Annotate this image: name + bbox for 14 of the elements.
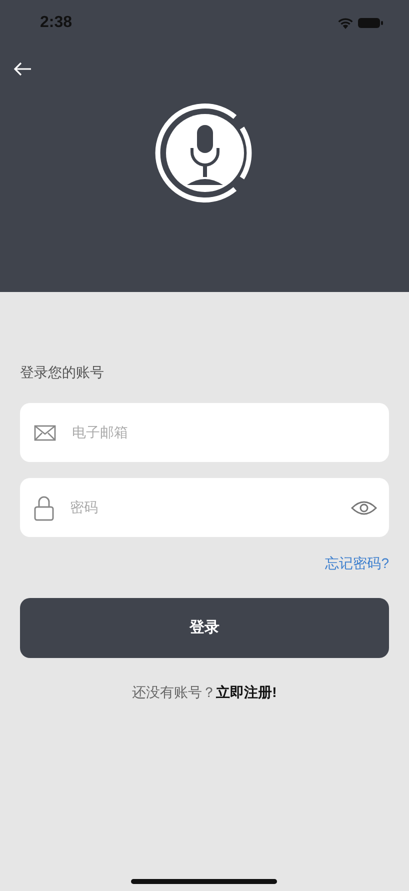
- login-button[interactable]: 登录: [20, 598, 389, 658]
- eye-icon[interactable]: [351, 500, 377, 516]
- battery-icon: [358, 16, 383, 28]
- form-heading: 登录您的账号: [20, 363, 105, 382]
- email-field[interactable]: 电子邮箱: [20, 403, 389, 462]
- lock-icon: [34, 494, 54, 520]
- status-time: 2:38: [40, 12, 72, 32]
- email-input[interactable]: 电子邮箱: [70, 421, 377, 444]
- password-field[interactable]: 密码: [20, 478, 389, 537]
- register-prompt: 还没有账号？: [132, 684, 216, 700]
- register-link[interactable]: 立即注册!: [216, 684, 277, 700]
- password-input[interactable]: 密码: [68, 496, 337, 519]
- mail-icon: [34, 424, 56, 440]
- wifi-icon: [337, 16, 354, 28]
